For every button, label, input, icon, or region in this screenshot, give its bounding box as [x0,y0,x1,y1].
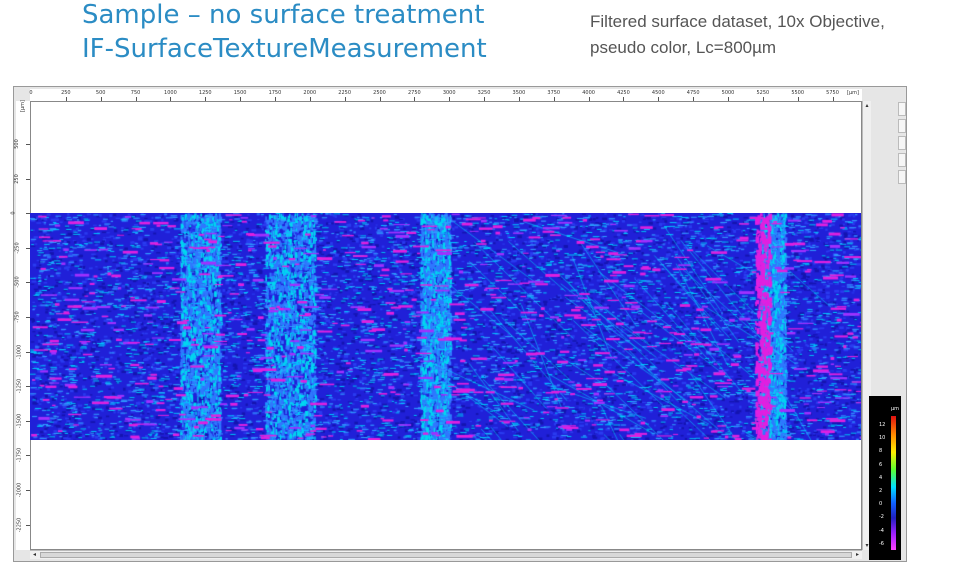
viewer-side-toolbar [898,102,906,192]
x-tick-label: 3250 [477,90,491,96]
legend-tick-label: 8 [879,448,883,455]
legend-tick-label: 0 [879,501,883,508]
description-line-2: pseudo color, Lc=800µm [590,38,777,57]
description-line-1: Filtered surface dataset, 10x Objective, [590,12,885,31]
side-tool-button[interactable] [898,119,906,133]
legend-tick-label: 4 [879,474,883,481]
x-tick-origin: 0 [29,90,33,96]
x-tick-label: 3750 [547,90,561,96]
x-tick-label: 5750 [826,90,839,96]
x-tick-label: 2000 [303,90,317,96]
x-tick-label: 4000 [582,90,595,96]
y-tick-label: -2250 [16,517,23,532]
x-tick-label: 1750 [268,90,282,96]
y-tick-label: -750 [14,311,21,323]
y-tick-label: -250 [14,242,21,254]
horizontal-scroll-thumb[interactable] [40,552,852,558]
color-scale-legend: µm 12 10 8 6 4 2 0 -2 -4 -6 [869,396,901,560]
x-axis-unit: [µm] [847,90,859,96]
y-tick-label: -1750 [16,448,23,463]
x-tick-label: 4750 [686,90,700,96]
pseudo-color-surface-image [30,213,861,440]
x-tick-label: 500 [95,90,106,96]
legend-tick-label: 2 [879,488,883,494]
x-tick-label: 4250 [617,90,630,96]
x-tick-label: 750 [130,90,141,96]
x-tick-label: 1500 [233,90,247,96]
side-tool-button[interactable] [898,170,906,184]
page-title-line-1: Sample – no surface treatment [82,0,485,30]
x-tick-label: 5250 [756,90,770,96]
scroll-up-icon[interactable]: ▴ [863,101,871,110]
y-tick-label: -1000 [16,344,23,359]
y-tick-label: -1250 [16,378,23,394]
page-title-line-2: IF-SurfaceTextureMeasurement [82,34,487,64]
legend-tick-label: -4 [879,527,884,534]
legend-tick-label: 10 [879,435,886,442]
side-tool-button[interactable] [898,136,906,150]
x-tick-label: 5500 [791,90,805,96]
y-tick-label: 500 [13,139,20,149]
legend-tick-label: -6 [879,540,884,547]
y-tick-label: -2000 [16,482,23,498]
legend-unit: µm [891,406,900,412]
side-tool-button[interactable] [898,102,906,116]
x-tick-label: 4500 [651,90,665,96]
x-tick-label: 2250 [338,90,352,96]
x-tick-label: 2750 [407,90,421,96]
x-tick-label: 3000 [442,90,456,96]
legend-tick-label: 6 [879,461,883,468]
legend-tick-label: -2 [879,514,884,521]
y-axis-unit: [µm] [19,100,26,112]
x-tick-label: 5000 [721,90,735,96]
scroll-left-icon[interactable]: ◂ [30,551,39,559]
legend-tick-label: 12 [879,422,886,428]
y-tick-label: -1500 [16,413,23,429]
legend-color-bar [891,416,896,550]
side-tool-button[interactable] [898,153,906,167]
y-tick-label: -500 [14,276,21,289]
x-tick-label: 3500 [512,90,526,96]
x-tick-label: 1000 [164,90,177,96]
x-tick-label: 2500 [373,90,386,96]
x-tick-label: 1250 [198,90,212,96]
horizontal-scrollbar[interactable]: ◂ ▸ [30,550,862,559]
x-tick-label: 250 [61,90,71,96]
scroll-right-icon[interactable]: ▸ [853,551,862,559]
y-tick-label: 250 [13,173,20,184]
y-tick-label: 0 [10,211,17,215]
